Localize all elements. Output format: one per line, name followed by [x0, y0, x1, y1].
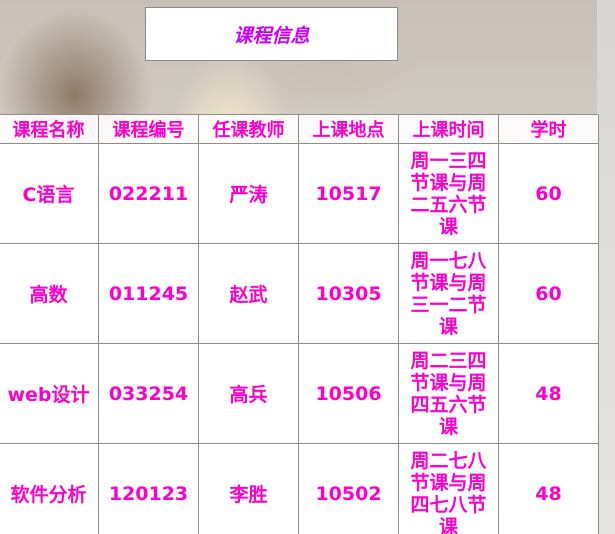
page-edge — [597, 0, 615, 534]
cell-teacher: 赵武 — [198, 243, 299, 344]
page-title: 课程信息 — [233, 24, 310, 47]
header-hours: 学时 — [498, 114, 599, 144]
cell-hours: 48 — [498, 443, 599, 534]
cell-teacher: 高兵 — [198, 343, 299, 444]
cell-course-code: 033254 — [98, 343, 199, 444]
course-table: 课程名称 课程编号 任课教师 上课地点 上课时间 学时 C语言 022211 严… — [0, 114, 599, 534]
table-row: C语言 022211 严涛 10517 周一三四节课与周二五六节课 60 — [0, 143, 599, 244]
header-teacher: 任课教师 — [198, 114, 299, 144]
cell-time-text: 周一七八节课与周三一二节课 — [410, 249, 487, 338]
cell-time: 周二三四节课与周四五六节课 — [398, 343, 499, 444]
table-row: 高数 011245 赵武 10305 周一七八节课与周三一二节课 60 — [0, 243, 599, 344]
cell-time-text: 周二三四节课与周四五六节课 — [410, 349, 487, 438]
table-row: 软件分析 120123 李胜 10502 周二七八节课与周四七八节课 48 — [0, 443, 599, 534]
cell-course-name: 软件分析 — [0, 443, 99, 534]
cell-time: 周一七八节课与周三一二节课 — [398, 243, 499, 344]
header-course-name: 课程名称 — [0, 114, 99, 144]
cell-teacher: 严涛 — [198, 143, 299, 244]
cell-course-code: 120123 — [98, 443, 199, 534]
cell-course-code: 011245 — [98, 243, 199, 344]
cell-hours: 48 — [498, 343, 599, 444]
cell-course-name: C语言 — [0, 143, 99, 244]
table-header-row: 课程名称 课程编号 任课教师 上课地点 上课时间 学时 — [0, 114, 599, 144]
cell-time-text: 周二七八节课与周四七八节课 — [410, 449, 487, 534]
cell-time-text: 周一三四节课与周二五六节课 — [410, 149, 487, 238]
cell-location: 10517 — [298, 143, 399, 244]
title-box: 课程信息 — [145, 7, 398, 61]
cell-time: 周一三四节课与周二五六节课 — [398, 143, 499, 244]
cell-time: 周二七八节课与周四七八节课 — [398, 443, 499, 534]
cell-hours: 60 — [498, 143, 599, 244]
header-time: 上课时间 — [398, 114, 499, 144]
table-row: web设计 033254 高兵 10506 周二三四节课与周四五六节课 48 — [0, 343, 599, 444]
cell-location: 10502 — [298, 443, 399, 534]
cell-course-name: 高数 — [0, 243, 99, 344]
cell-teacher: 李胜 — [198, 443, 299, 534]
header-location: 上课地点 — [298, 114, 399, 144]
cell-course-name: web设计 — [0, 343, 99, 444]
cell-hours: 60 — [498, 243, 599, 344]
cell-course-code: 022211 — [98, 143, 199, 244]
cell-location: 10506 — [298, 343, 399, 444]
header-course-code: 课程编号 — [98, 114, 199, 144]
cell-location: 10305 — [298, 243, 399, 344]
